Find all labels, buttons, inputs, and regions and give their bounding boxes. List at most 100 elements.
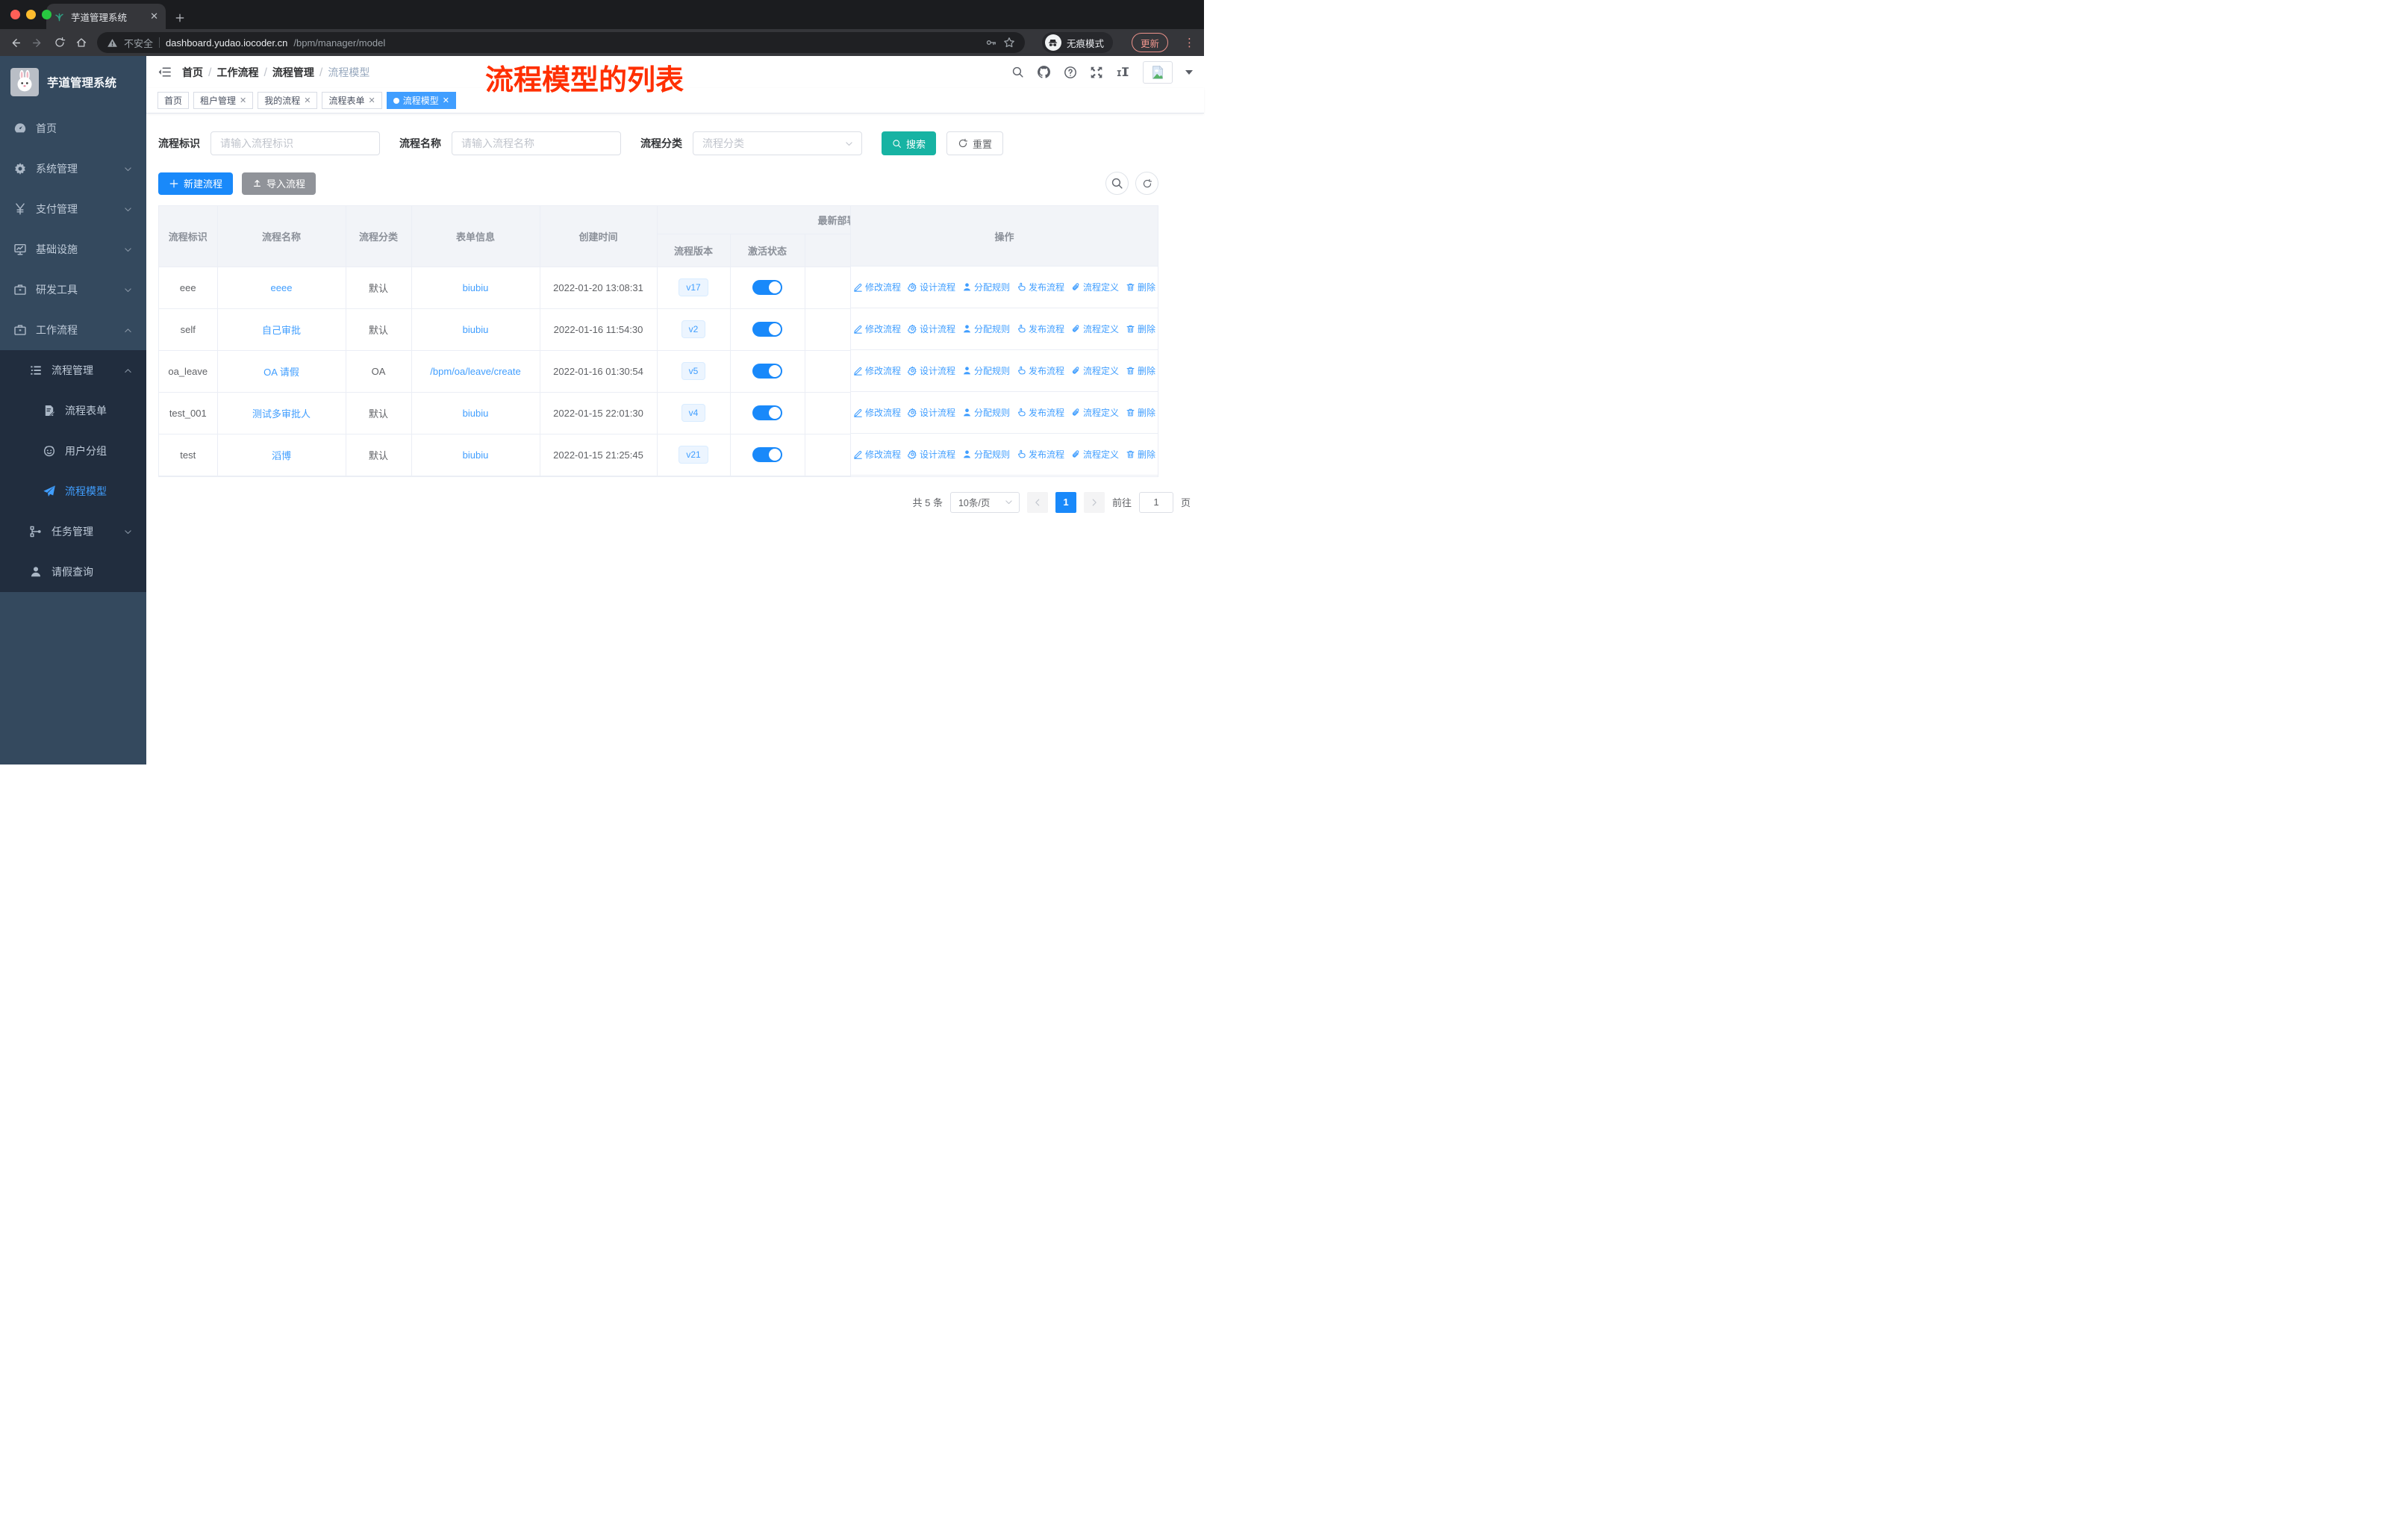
action-definition-link[interactable]: 流程定义 xyxy=(1071,323,1119,335)
model-name-link[interactable]: eeee xyxy=(271,282,293,293)
breadcrumb-item[interactable]: 工作流程 xyxy=(216,66,258,78)
action-edit-link[interactable]: 修改流程 xyxy=(853,323,901,335)
active-toggle[interactable] xyxy=(752,322,782,337)
tag-首页[interactable]: 首页 xyxy=(157,92,190,109)
page-size-select[interactable]: 10条/页 xyxy=(949,491,1020,513)
browser-menu-icon[interactable]: ⋮ xyxy=(1184,37,1195,49)
tag-流程表单[interactable]: 流程表单 ✕ xyxy=(322,92,382,109)
action-delete-link[interactable]: 删除 xyxy=(1126,406,1155,419)
active-toggle[interactable] xyxy=(752,280,782,295)
tag-我的流程[interactable]: 我的流程 ✕ xyxy=(258,92,318,109)
model-name-link[interactable]: 自己审批 xyxy=(262,325,301,336)
search-button[interactable]: 搜索 xyxy=(882,131,937,155)
action-delete-link[interactable]: 删除 xyxy=(1126,323,1155,335)
import-model-button[interactable]: 导入流程 xyxy=(242,172,316,195)
sidebar-item-workflow[interactable]: 工作流程 xyxy=(0,310,146,350)
avatar-caret-icon[interactable] xyxy=(1185,69,1193,75)
form-info-link[interactable]: biubiu xyxy=(463,282,489,293)
minimize-window-button[interactable] xyxy=(26,10,36,19)
form-info-link[interactable]: biubiu xyxy=(463,408,489,419)
active-toggle[interactable] xyxy=(752,447,782,462)
sidebar-item-task-manage[interactable]: 任务管理 xyxy=(0,511,146,552)
sidebar-item-user-group[interactable]: 用户分组 xyxy=(0,431,146,471)
action-edit-link[interactable]: 修改流程 xyxy=(853,448,901,461)
model-name-link[interactable]: OA 请假 xyxy=(263,367,299,378)
sidebar-item-devtools[interactable]: 研发工具 xyxy=(0,270,146,310)
action-definition-link[interactable]: 流程定义 xyxy=(1071,448,1119,461)
zoom-window-button[interactable] xyxy=(42,10,52,19)
tag-close-icon[interactable]: ✕ xyxy=(304,96,311,105)
model-name-link[interactable]: 测试多审批人 xyxy=(252,408,311,420)
action-delete-link[interactable]: 删除 xyxy=(1126,364,1155,377)
filter-name-input[interactable] xyxy=(452,131,621,155)
action-publish-link[interactable]: 发布流程 xyxy=(1017,448,1064,461)
action-definition-link[interactable]: 流程定义 xyxy=(1071,406,1119,419)
action-assign-link[interactable]: 分配规则 xyxy=(962,448,1010,461)
action-assign-link[interactable]: 分配规则 xyxy=(962,323,1010,335)
address-bar[interactable]: 不安全 dashboard.yudao.iocoder.cn/bpm/manag… xyxy=(97,32,1025,53)
action-publish-link[interactable]: 发布流程 xyxy=(1017,323,1064,335)
action-assign-link[interactable]: 分配规则 xyxy=(962,406,1010,419)
tag-close-icon[interactable]: ✕ xyxy=(443,96,449,105)
sidebar-item-system[interactable]: 系统管理 xyxy=(0,149,146,189)
form-info-link[interactable]: biubiu xyxy=(463,449,489,461)
filter-category-select[interactable]: 流程分类 xyxy=(693,131,862,155)
sidebar-item-home[interactable]: 首页 xyxy=(0,108,146,149)
prev-page-icon[interactable] xyxy=(1026,491,1048,513)
tag-close-icon[interactable]: ✕ xyxy=(240,96,246,105)
action-design-link[interactable]: 设计流程 xyxy=(907,281,955,293)
active-toggle[interactable] xyxy=(752,405,782,420)
action-assign-link[interactable]: 分配规则 xyxy=(962,364,1010,377)
action-publish-link[interactable]: 发布流程 xyxy=(1017,281,1064,293)
reset-button[interactable]: 重置 xyxy=(946,131,1004,155)
key-icon[interactable] xyxy=(985,37,997,49)
help-icon[interactable] xyxy=(1064,66,1077,79)
navbar-search-icon[interactable] xyxy=(1011,66,1024,78)
action-publish-link[interactable]: 发布流程 xyxy=(1017,406,1064,419)
form-info-link[interactable]: /bpm/oa/leave/create xyxy=(430,366,520,377)
active-toggle[interactable] xyxy=(752,364,782,379)
form-info-link[interactable]: biubiu xyxy=(463,324,489,335)
breadcrumb-item[interactable]: 流程管理 xyxy=(272,66,314,78)
close-window-button[interactable] xyxy=(10,10,20,19)
action-publish-link[interactable]: 发布流程 xyxy=(1017,364,1064,377)
browser-update-button[interactable]: 更新 xyxy=(1131,33,1168,52)
back-icon[interactable] xyxy=(9,37,22,49)
action-design-link[interactable]: 设计流程 xyxy=(907,364,955,377)
toolbar-refresh-icon[interactable] xyxy=(1135,172,1158,195)
tag-close-icon[interactable]: ✕ xyxy=(369,96,375,105)
font-size-icon[interactable] xyxy=(1116,65,1130,79)
action-delete-link[interactable]: 删除 xyxy=(1126,448,1155,461)
current-page-button[interactable]: 1 xyxy=(1055,491,1076,513)
action-delete-link[interactable]: 删除 xyxy=(1126,281,1155,293)
sidebar-item-infra[interactable]: 基础设施 xyxy=(0,229,146,270)
sidebar-item-bpm-model[interactable]: 流程模型 xyxy=(0,471,146,511)
action-design-link[interactable]: 设计流程 xyxy=(907,406,955,419)
sidebar-item-bpm-manage[interactable]: 流程管理 xyxy=(0,350,146,390)
tag-流程模型[interactable]: 流程模型 ✕ xyxy=(386,92,456,109)
action-edit-link[interactable]: 修改流程 xyxy=(853,406,901,419)
action-design-link[interactable]: 设计流程 xyxy=(907,448,955,461)
fullscreen-icon[interactable] xyxy=(1090,66,1103,79)
action-edit-link[interactable]: 修改流程 xyxy=(853,281,901,293)
create-model-button[interactable]: 新建流程 xyxy=(158,172,234,195)
sidebar-item-payment[interactable]: 支付管理 xyxy=(0,189,146,229)
home-icon[interactable] xyxy=(75,37,87,49)
sidebar-item-leave-query[interactable]: 请假查询 xyxy=(0,552,146,592)
tab-close-icon[interactable]: ✕ xyxy=(150,10,158,22)
action-definition-link[interactable]: 流程定义 xyxy=(1071,281,1119,293)
action-design-link[interactable]: 设计流程 xyxy=(907,323,955,335)
next-page-icon[interactable] xyxy=(1083,491,1105,513)
sidebar-fold-icon[interactable] xyxy=(157,65,172,79)
breadcrumb-item[interactable]: 首页 xyxy=(182,66,203,78)
forward-icon[interactable] xyxy=(31,37,44,49)
tag-租户管理[interactable]: 租户管理 ✕ xyxy=(193,92,254,109)
toolbar-search-toggle-icon[interactable] xyxy=(1105,172,1129,195)
action-edit-link[interactable]: 修改流程 xyxy=(853,364,901,377)
bookmark-star-icon[interactable] xyxy=(1003,37,1015,49)
action-definition-link[interactable]: 流程定义 xyxy=(1071,364,1119,377)
filter-id-input[interactable] xyxy=(210,131,380,155)
reload-icon[interactable] xyxy=(54,37,66,49)
github-icon[interactable] xyxy=(1037,65,1051,79)
new-tab-button[interactable] xyxy=(175,13,185,23)
